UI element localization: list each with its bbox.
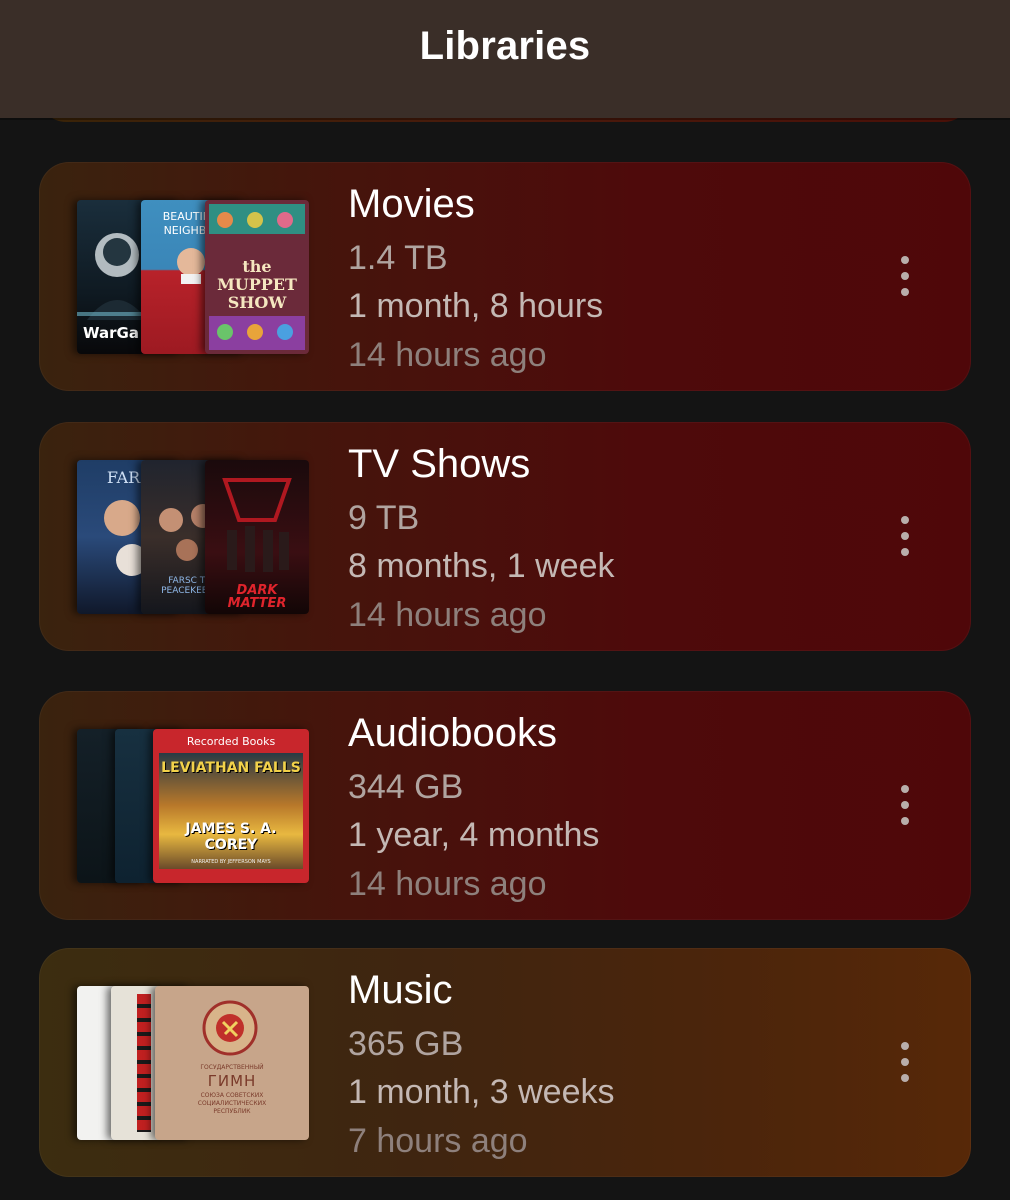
cover-narrator: NARRATED BY JEFFERSON MAYS <box>191 859 271 865</box>
library-size: 1.4 TB <box>348 239 448 277</box>
library-duration: 1 month, 3 weeks <box>348 1073 615 1111</box>
library-name: Music <box>348 968 453 1012</box>
more-vertical-icon[interactable] <box>887 1036 923 1088</box>
cover-subtitle: LEVIATHAN FALLS <box>161 760 301 776</box>
library-duration: 1 month, 8 hours <box>348 287 604 325</box>
top-bar: Libraries <box>0 0 1010 118</box>
cover-caption: СОЮЗА СОВЕТСКИХ СОЦИАЛИСТИЧЕСКИХ РЕСПУБЛ… <box>197 1092 267 1115</box>
cover-stack: WarGa BEAUTIFUL NEIGHBOR the MUPPET SHOW <box>77 200 309 354</box>
library-last-updated: 14 hours ago <box>348 865 547 903</box>
library-last-updated: 14 hours ago <box>348 596 547 634</box>
more-vertical-icon[interactable] <box>887 779 923 831</box>
cover-subtitle: ГИМН <box>207 1072 257 1090</box>
library-size: 9 TB <box>348 499 420 537</box>
cover-title: ГОСУДАРСТВЕННЫЙ <box>200 1064 264 1071</box>
cover-title: the MUPPET SHOW <box>217 257 297 312</box>
cover-art: the MUPPET SHOW <box>205 200 309 354</box>
more-vertical-icon[interactable] <box>887 250 923 302</box>
cover-stack: ГОСУДАРСТВЕННЫЙ ГИМН СОЮЗА СОВЕТСКИХ СОЦ… <box>77 986 309 1140</box>
library-card-music[interactable]: ГОСУДАРСТВЕННЫЙ ГИМН СОЮЗА СОВЕТСКИХ СОЦ… <box>39 948 971 1177</box>
library-card-movies[interactable]: WarGa BEAUTIFUL NEIGHBOR the MUPPET SHOW… <box>39 162 971 391</box>
library-name: TV Shows <box>348 442 531 486</box>
library-card-audiobooks[interactable]: Recorded Books LEVIATHAN FALLS JAMES S. … <box>39 691 971 920</box>
library-name: Audiobooks <box>348 711 558 755</box>
cover-art: DARK MATTER <box>205 460 309 614</box>
library-card-tv-shows[interactable]: FARS FARSC THE PEACEKEEPER DARK MATTER T… <box>39 422 971 651</box>
cover-stack: Recorded Books LEVIATHAN FALLS JAMES S. … <box>77 729 309 883</box>
library-size: 365 GB <box>348 1025 464 1063</box>
cover-author: JAMES S. A. COREY <box>185 821 277 853</box>
library-size: 344 GB <box>348 768 464 806</box>
library-duration: 8 months, 1 week <box>348 547 615 585</box>
cover-stack: FARS FARSC THE PEACEKEEPER DARK MATTER <box>77 460 309 614</box>
cover-art: ГОСУДАРСТВЕННЫЙ ГИМН СОЮЗА СОВЕТСКИХ СОЦ… <box>155 986 309 1140</box>
cover-title: DARK MATTER <box>227 583 287 611</box>
page-title: Libraries <box>419 24 591 68</box>
library-name: Movies <box>348 182 475 226</box>
library-duration: 1 year, 4 months <box>348 816 600 854</box>
cover-art: Recorded Books LEVIATHAN FALLS JAMES S. … <box>153 729 309 883</box>
cover-title: Recorded Books <box>186 735 276 748</box>
library-last-updated: 7 hours ago <box>348 1122 528 1160</box>
library-last-updated: 14 hours ago <box>348 336 547 374</box>
more-vertical-icon[interactable] <box>887 510 923 562</box>
